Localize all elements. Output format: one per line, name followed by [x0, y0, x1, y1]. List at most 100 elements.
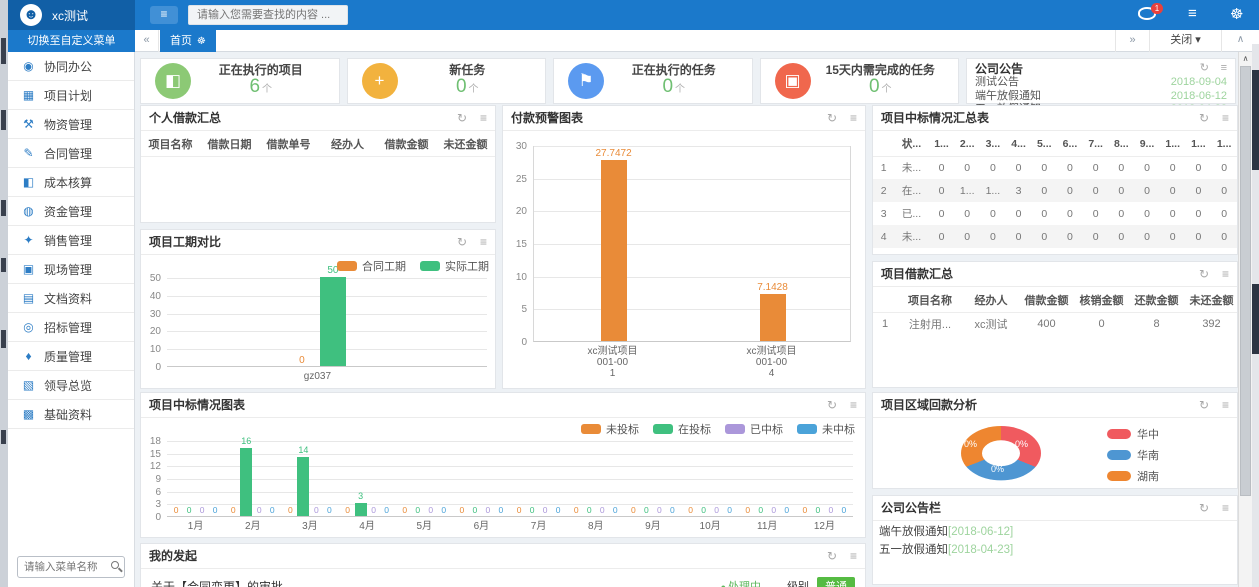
panel-menu-icon[interactable]: ≡	[1222, 496, 1229, 521]
region-donut-chart: 0%0%0%	[961, 426, 1041, 482]
table-cell: 0	[1031, 156, 1057, 179]
legend-item-在投标[interactable]: 在投标	[653, 421, 711, 437]
refresh-icon[interactable]: ↻	[827, 106, 837, 131]
table-row[interactable]: 1注射用...xc测试40008392	[873, 312, 1237, 335]
brand-area[interactable]: ☻ xc测试	[8, 0, 135, 30]
company-bulletin-panel: 公司公告栏 ↻ ≡ 端午放假通知[2018-06-12]五一放假通知[2018-…	[872, 495, 1238, 585]
tab-gear-icon[interactable]: ☸	[197, 36, 206, 47]
scroll-up-icon[interactable]: ∧	[1239, 52, 1252, 65]
sidebar-item-site[interactable]: ▣现场管理	[8, 255, 134, 284]
announcement-item[interactable]: 端午放假通知2018-06-12	[975, 90, 1227, 104]
topbar-menu-icon[interactable]: ≡	[1188, 5, 1197, 22]
tabs-scroll-right-button[interactable]: »	[1115, 30, 1149, 52]
column-header: 借款金额	[1019, 288, 1074, 312]
table-row[interactable]: 4未...000000000000	[873, 225, 1237, 248]
refresh-icon[interactable]: ↻	[1200, 63, 1209, 74]
table-cell: 0	[1057, 156, 1083, 179]
legend-item-已中标[interactable]: 已中标	[725, 421, 783, 437]
bulletin-item[interactable]: 五一放假通知[2018-04-23]	[873, 540, 1237, 558]
bulletin-item[interactable]: 端午放假通知[2018-06-12]	[873, 522, 1237, 540]
legend-item-合同工期[interactable]: 合同工期	[337, 258, 406, 274]
notification-icon[interactable]: 1	[1138, 7, 1156, 20]
refresh-icon[interactable]: ↻	[1199, 496, 1209, 521]
tab-home[interactable]: 首页☸	[160, 30, 216, 52]
panel-menu-icon[interactable]: ≡	[1222, 106, 1229, 131]
refresh-icon[interactable]: ↻	[1199, 106, 1209, 131]
stat-card-tasks-due-15days[interactable]: ▣15天内需完成的任务0个	[760, 58, 960, 104]
personal-loan-table: 项目名称借款日期借款单号经办人借款金额未还金额	[141, 132, 495, 157]
legend-item-实际工期[interactable]: 实际工期	[420, 258, 489, 274]
table-cell: 0	[1134, 156, 1160, 179]
sidebar-item-bidding[interactable]: ◎招标管理	[8, 313, 134, 342]
switch-custom-menu-button[interactable]: 切换至自定义菜单	[8, 30, 135, 52]
x-axis-category-label: gz037	[272, 371, 362, 382]
stat-card-executing-projects[interactable]: ◧正在执行的项目6个	[140, 58, 340, 104]
table-row[interactable]: 3已...000000000000	[873, 202, 1237, 225]
refresh-icon[interactable]: ↻	[1199, 393, 1209, 418]
settings-gear-icon[interactable]: ☸	[1230, 5, 1243, 23]
sidebar-item-collaboration[interactable]: ◉协同办公	[8, 52, 134, 81]
table-cell: 0	[1074, 312, 1129, 335]
sidebar-item-documents[interactable]: ▤文档资料	[8, 284, 134, 313]
panel-menu-icon[interactable]: ≡	[480, 106, 487, 131]
scrollbar-thumb[interactable]	[1240, 66, 1251, 496]
sidebar-item-cost-accounting[interactable]: ◧成本核算	[8, 168, 134, 197]
base-data-icon: ▩	[21, 407, 36, 421]
search-icon	[111, 561, 119, 569]
panel-menu-icon[interactable]: ≡	[480, 230, 487, 255]
table-cell: 0	[1108, 179, 1134, 202]
panel-menu-icon[interactable]: ≡	[1222, 262, 1229, 287]
y-axis-tick-label: 30	[503, 141, 527, 152]
stat-card-new-tasks[interactable]: +新任务0个	[347, 58, 547, 104]
y-axis-tick-label: 15	[503, 239, 527, 250]
level-value-badge: 普通	[817, 577, 855, 587]
refresh-icon[interactable]: ↻	[457, 106, 467, 131]
table-cell: 0	[1134, 179, 1160, 202]
legend-item-华南[interactable]: 华南	[1107, 447, 1159, 463]
stat-card-executing-tasks[interactable]: ⚑正在执行的任务0个	[553, 58, 753, 104]
right-edge-strip	[1252, 44, 1259, 587]
table-cell: 3	[873, 202, 894, 225]
legend-item-湖南[interactable]: 湖南	[1107, 468, 1159, 484]
y-axis-tick-label: 3	[141, 499, 161, 510]
global-search-input[interactable]	[188, 5, 348, 25]
grid-line	[534, 277, 850, 278]
bar-payment	[760, 294, 786, 341]
sidebar-item-contracts[interactable]: ✎合同管理	[8, 139, 134, 168]
sidebar-item-materials[interactable]: ⚒物资管理	[8, 110, 134, 139]
panel-menu-icon[interactable]: ≡	[1222, 393, 1229, 418]
sidebar-toggle-button[interactable]: ≡	[150, 6, 178, 24]
table-cell: 0	[1160, 225, 1186, 248]
table-row[interactable]: 2在...01...1...300000000	[873, 179, 1237, 202]
panel-menu-icon[interactable]: ≡	[1221, 63, 1227, 74]
refresh-icon[interactable]: ↻	[827, 393, 837, 418]
panel-menu-icon[interactable]: ≡	[850, 544, 857, 569]
initiation-row[interactable]: 关于【合同变更】的审批●处理中级别普通	[141, 570, 865, 587]
chart-plot-area: 27.74727.1428	[533, 146, 851, 342]
legend-item-未中标[interactable]: 未中标	[797, 421, 855, 437]
panel-menu-icon[interactable]: ≡	[850, 393, 857, 418]
close-tabs-dropdown[interactable]: 关闭 ▾	[1149, 30, 1221, 52]
y-axis-tick-label: 6	[141, 487, 161, 498]
menu-search-input[interactable]	[17, 556, 125, 578]
announcement-item[interactable]: 测试公告2018-09-04	[975, 76, 1227, 90]
refresh-icon[interactable]: ↻	[457, 230, 467, 255]
sidebar-item-leader-overview[interactable]: ▧领导总览	[8, 371, 134, 400]
sidebar-item-funds[interactable]: ◍资金管理	[8, 197, 134, 226]
table-header-row: 状...1...2...3...4...5...6...7...8...9...…	[873, 132, 1237, 156]
column-header: 还款金额	[1129, 288, 1184, 312]
sidebar-item-quality[interactable]: ♦质量管理	[8, 342, 134, 371]
sidebar-item-project-plan[interactable]: ▦项目计划	[8, 81, 134, 110]
refresh-icon[interactable]: ↻	[827, 544, 837, 569]
table-cell: 0	[1083, 156, 1109, 179]
sidebar-item-base-data[interactable]: ▩基础资料	[8, 400, 134, 429]
refresh-icon[interactable]: ↻	[1199, 262, 1209, 287]
sidebar-item-sales[interactable]: ✦销售管理	[8, 226, 134, 255]
tabs-scroll-left-button[interactable]: «	[135, 30, 159, 52]
legend-item-华中[interactable]: 华中	[1107, 426, 1159, 442]
grid-line	[534, 146, 850, 147]
legend-item-未投标[interactable]: 未投标	[581, 421, 639, 437]
panel-menu-icon[interactable]: ≡	[850, 106, 857, 131]
vertical-scrollbar[interactable]: ∧	[1238, 52, 1252, 587]
table-row[interactable]: 1未...000000000000	[873, 156, 1237, 179]
